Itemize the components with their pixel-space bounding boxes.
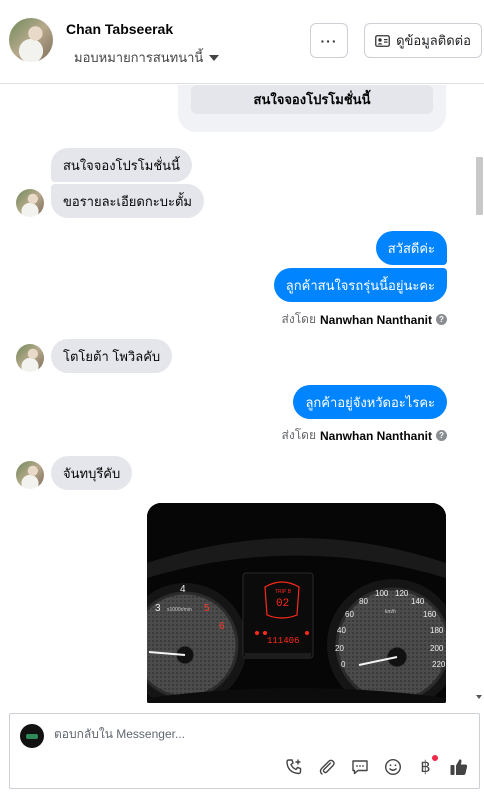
sender-name[interactable]: Nanwhan Nanthanit	[320, 429, 432, 443]
paperclip-icon[interactable]	[316, 756, 337, 777]
contact-info-button[interactable]: ดูข้อมูลติดต่อ	[364, 23, 482, 58]
incoming-message[interactable]: จันทบุรีคับ	[51, 456, 133, 490]
odometer-value: 111406	[267, 636, 299, 646]
speed-tick: 40	[337, 626, 346, 635]
dashboard-photo[interactable]: 3 4 5 6 x1000r/min TRIP B 02 111406 0 20	[147, 503, 446, 703]
speed-tick: 60	[345, 610, 354, 619]
contact-avatar-small	[16, 189, 44, 217]
sent-by-label: ส่งโดย Nanwhan Nanthanit ?	[282, 310, 447, 329]
incoming-message[interactable]: สนใจจองโปรโมชั่นนี้	[51, 148, 192, 182]
speed-tick: 0	[341, 660, 346, 669]
promotion-card: สนใจจองโปรโมชั่นนี้	[178, 85, 446, 132]
assign-conversation-dropdown[interactable]: มอบหมายการสนทนานี้	[74, 47, 220, 68]
baht-icon[interactable]: ฿	[415, 755, 438, 777]
sent-by-label: ส่งโดย Nanwhan Nanthanit ?	[282, 426, 447, 445]
trip-value: 02	[276, 598, 289, 610]
caret-down-icon	[209, 54, 220, 61]
speed-unit: km/h	[385, 609, 396, 615]
outgoing-message[interactable]: ลูกค้าอยู่จังหวัดอะไรคะ	[293, 385, 447, 419]
more-options-button[interactable]: ···	[310, 23, 348, 58]
speed-tick: 180	[430, 626, 444, 635]
incoming-message[interactable]: โตโยต้า โพวิลคับ	[51, 339, 173, 373]
help-icon[interactable]: ?	[436, 314, 447, 325]
speed-tick: 80	[359, 597, 368, 606]
sent-by-prefix: ส่งโดย	[281, 312, 316, 326]
sent-by-prefix: ส่งโดย	[281, 428, 316, 442]
phone-add-icon[interactable]	[283, 756, 304, 777]
speed-tick: 100	[375, 589, 389, 598]
thread-scrollbar[interactable]	[474, 85, 484, 703]
conversation-header: Chan Tabseerak มอบหมายการสนทนานี้ ··· ดู…	[0, 0, 484, 84]
scroll-down-arrow-icon[interactable]	[476, 695, 482, 699]
tach-tick: 6	[219, 621, 225, 632]
notification-dot	[432, 755, 438, 761]
speed-tick: 20	[335, 644, 344, 653]
speed-tick: 140	[411, 597, 425, 606]
contact-avatar-small	[16, 344, 44, 372]
promotion-card-button[interactable]: สนใจจองโปรโมชั่นนี้	[191, 85, 433, 114]
tach-tick: 3	[155, 603, 161, 614]
outgoing-message[interactable]: ลูกค้าสนใจรถรุ่นนี้อยู่นะคะ	[273, 268, 447, 302]
speed-tick: 160	[423, 610, 437, 619]
thumbs-up-icon[interactable]	[448, 756, 469, 777]
contact-avatar[interactable]	[9, 18, 53, 62]
contact-name[interactable]: Chan Tabseerak	[66, 21, 173, 37]
composer-toolbar: ฿	[283, 755, 469, 777]
page-avatar	[20, 724, 44, 748]
smiley-icon[interactable]	[382, 756, 403, 777]
scrollbar-thumb[interactable]	[476, 157, 483, 215]
reply-input[interactable]	[54, 727, 454, 741]
tach-tick: 4	[180, 584, 186, 595]
contact-info-label: ดูข้อมูลติดต่อ	[396, 33, 471, 48]
trip-label: TRIP B	[275, 589, 292, 595]
chat-bubble-icon[interactable]	[349, 756, 370, 777]
reply-composer: ฿	[9, 713, 480, 789]
contact-card-icon	[375, 34, 390, 47]
help-icon[interactable]: ?	[436, 430, 447, 441]
speed-tick: 120	[395, 589, 409, 598]
tach-unit: x1000r/min	[167, 607, 192, 613]
outgoing-message[interactable]: สวัสดีค่ะ	[375, 231, 447, 265]
speed-tick: 220	[432, 660, 446, 669]
incoming-message[interactable]: ขอรายละเอียดกะบะตั้ม	[51, 184, 204, 218]
assign-conversation-label: มอบหมายการสนทนานี้	[74, 50, 204, 65]
sender-name[interactable]: Nanwhan Nanthanit	[320, 313, 432, 327]
speed-tick: 200	[430, 644, 444, 653]
message-thread[interactable]: สนใจจองโปรโมชั่นนี้ สนใจจองโปรโมชั่นนี้ …	[0, 85, 484, 703]
tach-tick: 5	[204, 603, 210, 614]
contact-avatar-small	[16, 461, 44, 489]
